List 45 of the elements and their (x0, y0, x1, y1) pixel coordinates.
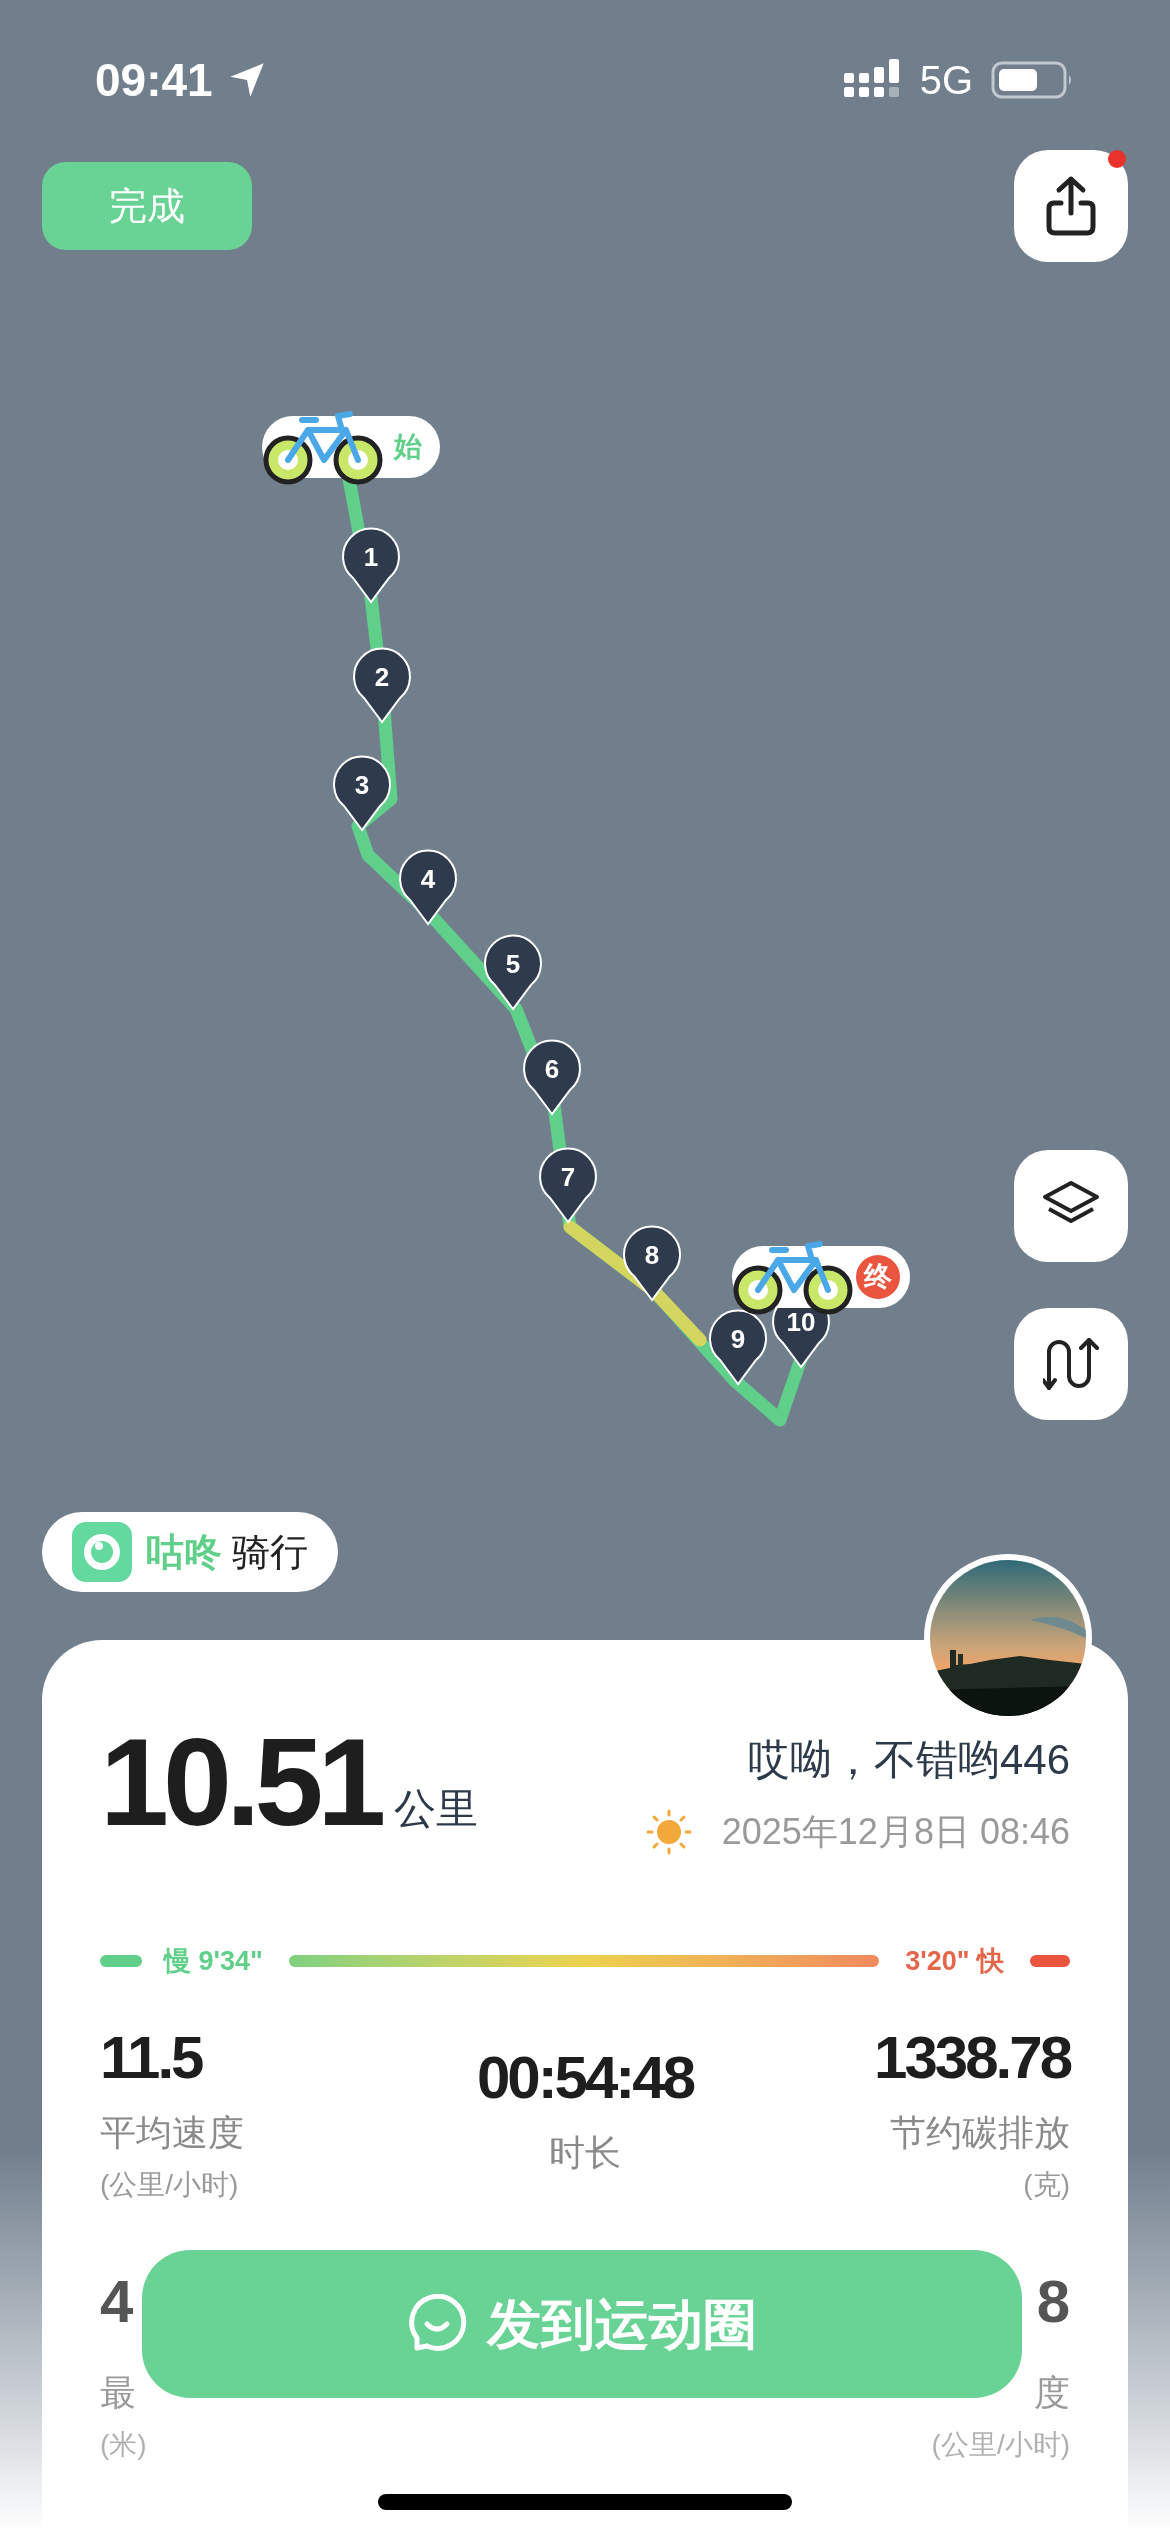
clock: 09:41 (95, 52, 213, 108)
brand-name: 咕咚 (146, 1529, 222, 1575)
stat-value: 00:54:48 (476, 2047, 694, 2108)
fast-indicator (1030, 1955, 1070, 1968)
stat-value: 4 (100, 2271, 134, 2332)
route-marker: 1 (341, 526, 401, 604)
route-marker: 2 (352, 646, 412, 724)
chat-bubble-icon (407, 2294, 467, 2354)
greeting-text: 哎呦，不错哟446 (747, 1735, 1070, 1785)
stat-value: 8 (1036, 2271, 1070, 2332)
route-marker: 4 (398, 848, 458, 926)
brand-activity: 骑行 (232, 1529, 308, 1575)
date-text: 2025年12月8日 08:46 (721, 1810, 1070, 1854)
slow-pace-label: 慢 9'34" (164, 1945, 263, 1978)
route-marker: 6 (522, 1038, 582, 1116)
route-button[interactable] (1014, 1308, 1128, 1420)
route-marker: 7 (538, 1146, 598, 1224)
stat-label: 平均速度 (100, 2110, 244, 2155)
done-button[interactable]: 完成 (42, 162, 252, 250)
slow-indicator (100, 1955, 142, 1968)
share-icon (1044, 175, 1098, 237)
stat-value: 11.5 (100, 2027, 202, 2088)
stat-label: 时长 (549, 2130, 621, 2175)
route-marker: 3 (332, 754, 392, 832)
stat-value: 1338.78 (874, 2027, 1070, 2088)
stat-unit: (米) (100, 2427, 147, 2462)
distance-value: 10.51 (100, 1720, 381, 1844)
fast-pace-label: 3'20" 快 (905, 1945, 1004, 1978)
network-label: 5G (919, 57, 973, 104)
layers-button[interactable] (1014, 1150, 1128, 1262)
sun-icon (645, 1809, 692, 1855)
route-marker: 5 (483, 933, 543, 1011)
app-logo-icon (72, 1522, 132, 1582)
stat-label: 节约碳排放 (890, 2110, 1070, 2155)
stat-label: 度 (1034, 2370, 1070, 2415)
stat-unit: (公里/小时) (100, 2167, 239, 2202)
route-marker: 8 (622, 1224, 682, 1302)
stat-unit: (克) (1023, 2167, 1070, 2202)
share-button[interactable] (1014, 150, 1128, 262)
distance-unit: 公里 (394, 1784, 479, 1834)
post-button[interactable]: 发到运动圈 (142, 2250, 1022, 2398)
stat-label: 最 (100, 2370, 136, 2415)
stat-unit: (公里/小时) (931, 2427, 1070, 2462)
end-label: 终 (856, 1255, 900, 1299)
route-marker: 9 (708, 1308, 768, 1386)
